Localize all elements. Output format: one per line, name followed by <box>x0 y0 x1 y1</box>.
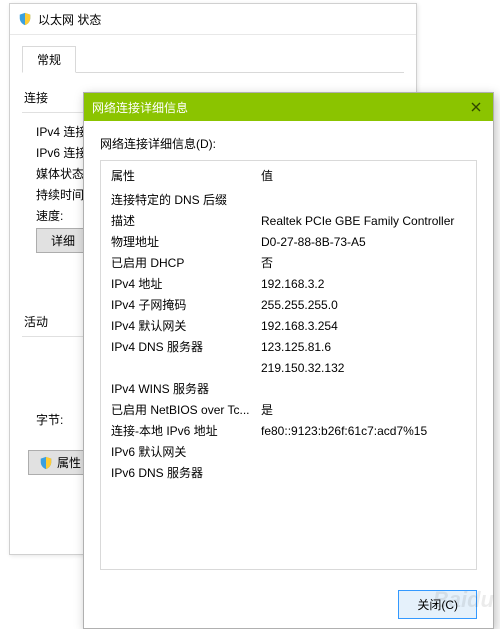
detail-value: fe80::9123:b26f:61c7:acd7%15 <box>261 421 466 442</box>
detail-value: 否 <box>261 253 466 274</box>
detail-row[interactable]: IPv4 默认网关192.168.3.254 <box>111 316 466 337</box>
detail-attr: IPv4 子网掩码 <box>111 295 261 316</box>
detail-value: 255.255.255.0 <box>261 295 466 316</box>
detail-value: D0-27-88-8B-73-A5 <box>261 232 466 253</box>
detail-attr: 物理地址 <box>111 232 261 253</box>
detail-value: 192.168.3.254 <box>261 316 466 337</box>
shield-icon <box>18 12 32 26</box>
close-icon[interactable] <box>467 98 485 116</box>
detail-attr: IPv4 WINS 服务器 <box>111 379 261 400</box>
detail-row[interactable]: 已启用 NetBIOS over Tc...是 <box>111 400 466 421</box>
detail-attr: 描述 <box>111 211 261 232</box>
detail-row[interactable]: IPv4 DNS 服务器123.125.81.6 <box>111 337 466 358</box>
detail-row[interactable]: IPv4 地址192.168.3.2 <box>111 274 466 295</box>
detail-row[interactable]: 已启用 DHCP否 <box>111 253 466 274</box>
detail-value <box>261 379 466 400</box>
detail-row[interactable]: IPv6 DNS 服务器 <box>111 463 466 484</box>
detail-attr: IPv6 默认网关 <box>111 442 261 463</box>
detail-row[interactable]: 连接特定的 DNS 后缀 <box>111 190 466 211</box>
header-value[interactable]: 值 <box>261 167 466 184</box>
detail-value: 219.150.32.132 <box>261 358 466 379</box>
tab-general[interactable]: 常规 <box>22 46 76 73</box>
ethernet-status-titlebar: 以太网 状态 <box>10 4 416 35</box>
detail-attr: 已启用 NetBIOS over Tc... <box>111 400 261 421</box>
network-details-titlebar: 网络连接详细信息 <box>84 93 493 121</box>
detail-row[interactable]: IPv6 默认网关 <box>111 442 466 463</box>
tabstrip: 常规 <box>22 45 404 73</box>
detail-attr: 连接-本地 IPv6 地址 <box>111 421 261 442</box>
detail-attr: IPv6 DNS 服务器 <box>111 463 261 484</box>
details-rows: 连接特定的 DNS 后缀描述Realtek PCIe GBE Family Co… <box>101 188 476 494</box>
detail-row[interactable]: 描述Realtek PCIe GBE Family Controller <box>111 211 466 232</box>
detail-attr: 连接特定的 DNS 后缀 <box>111 190 261 211</box>
detail-value: 是 <box>261 400 466 421</box>
details-header: 属性 值 <box>101 161 476 188</box>
detail-attr: IPv4 DNS 服务器 <box>111 337 261 358</box>
detail-row[interactable]: IPv4 WINS 服务器 <box>111 379 466 400</box>
detail-row[interactable]: 连接-本地 IPv6 地址fe80::9123:b26f:61c7:acd7%1… <box>111 421 466 442</box>
network-details-title: 网络连接详细信息 <box>92 99 188 116</box>
detail-attr <box>111 358 261 379</box>
detail-value <box>261 463 466 484</box>
shield-icon <box>39 456 53 470</box>
close-button[interactable]: 关闭(C) <box>398 590 477 619</box>
details-button[interactable]: 详细 <box>36 228 90 253</box>
header-attribute[interactable]: 属性 <box>111 167 261 184</box>
detail-value <box>261 442 466 463</box>
detail-row[interactable]: 219.150.32.132 <box>111 358 466 379</box>
detail-value: 123.125.81.6 <box>261 337 466 358</box>
detail-attr: IPv4 默认网关 <box>111 316 261 337</box>
details-prompt: 网络连接详细信息(D): <box>100 135 477 152</box>
ethernet-status-title: 以太网 状态 <box>38 11 101 28</box>
details-listview[interactable]: 属性 值 连接特定的 DNS 后缀描述Realtek PCIe GBE Fami… <box>100 160 477 570</box>
detail-value: 192.168.3.2 <box>261 274 466 295</box>
properties-button-label: 属性 <box>57 454 81 471</box>
detail-value <box>261 190 466 211</box>
detail-row[interactable]: 物理地址D0-27-88-8B-73-A5 <box>111 232 466 253</box>
detail-row[interactable]: IPv4 子网掩码255.255.255.0 <box>111 295 466 316</box>
detail-attr: 已启用 DHCP <box>111 253 261 274</box>
detail-value: Realtek PCIe GBE Family Controller <box>261 211 466 232</box>
network-details-window: 网络连接详细信息 网络连接详细信息(D): 属性 值 连接特定的 DNS 后缀描… <box>83 92 494 629</box>
network-details-footer: 关闭(C) <box>84 580 493 628</box>
network-details-body: 网络连接详细信息(D): 属性 值 连接特定的 DNS 后缀描述Realtek … <box>84 121 493 580</box>
detail-attr: IPv4 地址 <box>111 274 261 295</box>
